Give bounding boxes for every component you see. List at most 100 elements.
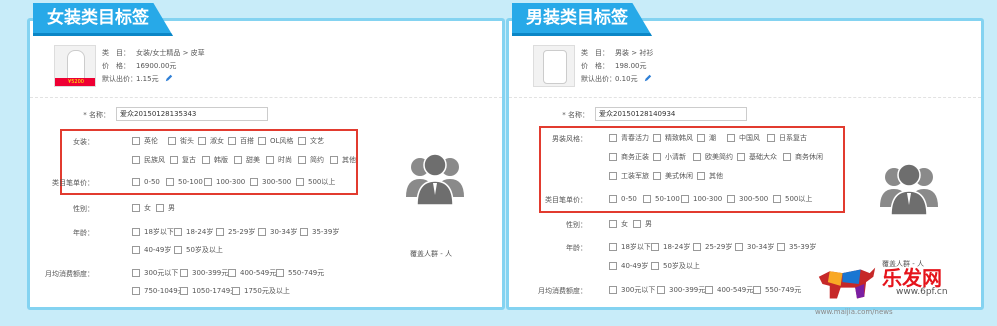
- checkbox-box[interactable]: [705, 286, 713, 294]
- checkbox-box[interactable]: [180, 269, 188, 277]
- checkbox-box[interactable]: [300, 228, 308, 236]
- option-label: 精致韩风: [665, 134, 693, 142]
- checkbox-box[interactable]: [132, 156, 140, 164]
- option-label: 550-749元: [765, 286, 802, 294]
- checkbox-box[interactable]: [298, 156, 306, 164]
- checkbox-box[interactable]: [727, 195, 735, 203]
- option-label: 550-749元: [288, 269, 325, 277]
- checkbox-box[interactable]: [693, 153, 701, 161]
- checkbox-box[interactable]: [609, 220, 617, 228]
- checkbox-box[interactable]: [216, 228, 224, 236]
- checkbox-box[interactable]: [697, 172, 705, 180]
- checkbox-box[interactable]: [609, 134, 617, 142]
- checkbox-box[interactable]: [697, 134, 705, 142]
- checkbox-box[interactable]: [258, 228, 266, 236]
- option-label: 500以上: [785, 195, 813, 203]
- checkbox-box[interactable]: [276, 269, 284, 277]
- checkbox-box[interactable]: [132, 228, 140, 236]
- checkbox-box[interactable]: [174, 246, 182, 254]
- checkbox-box[interactable]: [777, 243, 785, 251]
- option-label: 街头: [180, 137, 194, 145]
- checkbox-box[interactable]: [783, 153, 791, 161]
- category-value: 男装 > 衬衫: [615, 49, 654, 57]
- checkbox-box[interactable]: [633, 220, 641, 228]
- checkbox-box[interactable]: [296, 178, 304, 186]
- option-label: 商务正装: [621, 153, 649, 161]
- checkbox-box[interactable]: [609, 172, 617, 180]
- bull-logo-icon: [818, 267, 876, 299]
- women-style-label: 女装：: [73, 138, 94, 146]
- checkbox-box[interactable]: [657, 286, 665, 294]
- option-label: 青春活力: [621, 134, 649, 142]
- option-label: 400-549元: [717, 286, 754, 294]
- checkbox-box[interactable]: [609, 286, 617, 294]
- checkbox-box[interactable]: [693, 243, 701, 251]
- option-label: 英伦: [144, 137, 158, 145]
- option-label: 40-49岁: [144, 246, 172, 254]
- checkbox-box[interactable]: [653, 134, 661, 142]
- option-label: 18-24岁: [186, 228, 214, 236]
- name-input[interactable]: 爱众20150128140934: [595, 107, 747, 121]
- checkbox-box[interactable]: [651, 243, 659, 251]
- product-thumbnail[interactable]: [533, 45, 575, 87]
- option-label: 0-50: [144, 178, 160, 186]
- checkbox-box[interactable]: [204, 178, 212, 186]
- checkbox-box[interactable]: [609, 243, 617, 251]
- name-input[interactable]: 爱众20150128135343: [116, 107, 268, 121]
- checkbox-box[interactable]: [132, 204, 140, 212]
- checkbox-box[interactable]: [202, 156, 210, 164]
- edit-pencil-icon[interactable]: [644, 74, 652, 82]
- checkbox-box[interactable]: [234, 156, 242, 164]
- price-label: 价 格：: [581, 62, 609, 70]
- checkbox-box[interactable]: [737, 153, 745, 161]
- checkbox-box[interactable]: [330, 156, 338, 164]
- checkbox-box[interactable]: [727, 134, 735, 142]
- checkbox-box[interactable]: [170, 156, 178, 164]
- checkbox-box[interactable]: [166, 178, 174, 186]
- checkbox-box[interactable]: [643, 195, 651, 203]
- checkbox-box[interactable]: [132, 269, 140, 277]
- checkbox-box[interactable]: [266, 156, 274, 164]
- men-tag-title: 男装类目标签: [512, 3, 652, 36]
- checkbox-box[interactable]: [735, 243, 743, 251]
- checkbox-box[interactable]: [180, 287, 188, 295]
- checkbox-box[interactable]: [298, 137, 306, 145]
- checkbox-box[interactable]: [653, 172, 661, 180]
- checkbox-box[interactable]: [156, 204, 164, 212]
- option-label: 甜美: [246, 156, 260, 164]
- category-value: 女装/女士精品 > 皮草: [136, 49, 205, 57]
- checkbox-box[interactable]: [228, 137, 236, 145]
- checkbox-box[interactable]: [228, 269, 236, 277]
- checkbox-box[interactable]: [250, 178, 258, 186]
- checkbox-box[interactable]: [653, 153, 661, 161]
- option-label: 1050-1749元: [192, 287, 238, 295]
- checkbox-box[interactable]: [232, 287, 240, 295]
- women-tag-title: 女装类目标签: [33, 3, 173, 36]
- option-label: 时尚: [278, 156, 292, 164]
- checkbox-box[interactable]: [258, 137, 266, 145]
- edit-pencil-icon[interactable]: [165, 74, 173, 82]
- checkbox-box[interactable]: [132, 178, 140, 186]
- checkbox-box[interactable]: [609, 195, 617, 203]
- checkbox-box[interactable]: [132, 246, 140, 254]
- default-bid-value: 1.15元: [136, 75, 159, 83]
- option-label: 复古: [182, 156, 196, 164]
- checkbox-box[interactable]: [198, 137, 206, 145]
- product-thumbnail[interactable]: ¥5200: [54, 45, 96, 87]
- checkbox-box[interactable]: [651, 262, 659, 270]
- checkbox-box[interactable]: [753, 286, 761, 294]
- category-label: 类 目：: [102, 49, 130, 57]
- checkbox-box[interactable]: [681, 195, 689, 203]
- checkbox-box[interactable]: [168, 137, 176, 145]
- option-label: 300-399元: [669, 286, 706, 294]
- checkbox-box[interactable]: [773, 195, 781, 203]
- option-label: 40-49岁: [621, 262, 649, 270]
- checkbox-box[interactable]: [132, 137, 140, 145]
- checkbox-box[interactable]: [132, 287, 140, 295]
- checkbox-box[interactable]: [609, 262, 617, 270]
- coverage-count: 覆盖人群 - 人: [410, 250, 452, 258]
- option-label: 18岁以下: [621, 243, 651, 251]
- checkbox-box[interactable]: [767, 134, 775, 142]
- checkbox-box[interactable]: [174, 228, 182, 236]
- checkbox-box[interactable]: [609, 153, 617, 161]
